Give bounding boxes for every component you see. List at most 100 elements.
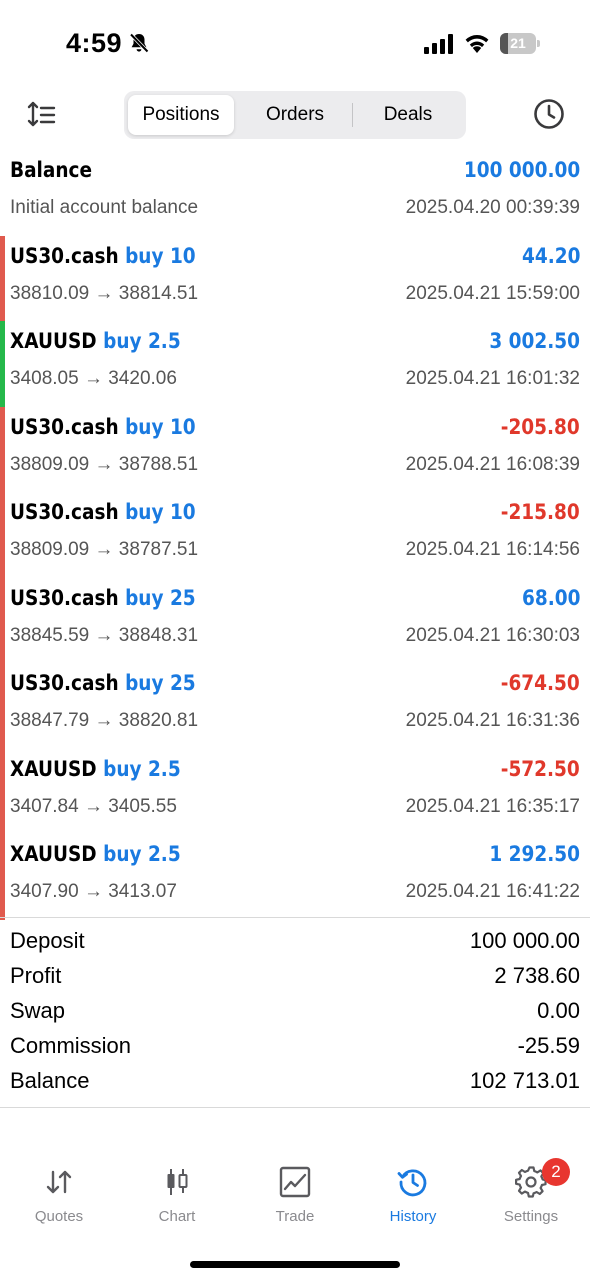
summary-deposit: Deposit 100 000.00: [0, 924, 590, 959]
deal-date: 2025.04.21 16:08:39: [405, 453, 580, 475]
deal-result-indicator: [0, 492, 5, 578]
deal-result-indicator: [0, 321, 5, 407]
summary-value: 102 713.01: [469, 1068, 580, 1093]
deal-side-volume: buy 10: [125, 414, 196, 439]
summary-label: Balance: [10, 1068, 90, 1093]
trade-chart-icon: [279, 1166, 311, 1198]
deal-symbol: XAUUSD: [10, 329, 97, 353]
quotes-arrows-icon: [46, 1170, 72, 1194]
deal-title: US30.cash buy 25: [10, 671, 196, 695]
deal-result-indicator: [0, 235, 5, 321]
tabbar-divider: [0, 1107, 590, 1108]
deal-profit: 44.20: [521, 243, 580, 268]
deal-profit: 68.00: [521, 585, 580, 610]
deal-symbol: US30.cash: [10, 500, 119, 524]
summary-label: Swap: [10, 998, 66, 1023]
deal-side-volume: buy 25: [125, 671, 196, 695]
period-clock-icon[interactable]: [533, 98, 565, 130]
deal-profit: -572.50: [501, 756, 580, 781]
tab-settings[interactable]: 2 Settings: [472, 1158, 590, 1240]
deal-prices: 38847.79 → 38820.81: [10, 710, 199, 731]
deal-symbol: US30.cash: [10, 243, 119, 268]
deal-row[interactable]: US30.cash buy 10 -215.80 38809.09 → 38787.…: [0, 492, 590, 578]
segment-divider: [352, 103, 353, 127]
deal-side-volume: buy 25: [125, 585, 196, 610]
deal-prices: 3408.05 → 3420.06: [10, 368, 177, 389]
deal-symbol: US30.cash: [10, 414, 119, 439]
summary-commission: Commission -25.59: [0, 1029, 590, 1064]
deal-date: 2025.04.21 16:14:56: [405, 539, 580, 560]
sort-icon[interactable]: [26, 100, 56, 130]
deal-result-indicator: [0, 577, 5, 663]
tab-deals[interactable]: Deals: [354, 95, 462, 135]
deal-title: XAUUSD buy 2.5: [10, 329, 181, 353]
candlestick-icon: [167, 1169, 188, 1195]
battery-indicator: 21: [500, 33, 540, 54]
history-segmented-control: Positions Orders Deals: [124, 91, 466, 139]
deal-side-volume: buy 2.5: [103, 842, 181, 866]
deal-prices: 38845.59 → 38848.31: [10, 624, 199, 646]
deal-profit: 1 292.50: [489, 842, 580, 866]
deal-date: 2025.04.21 16:41:22: [405, 881, 580, 902]
tab-chart[interactable]: Chart: [118, 1160, 236, 1240]
tab-label: Chart: [158, 1208, 196, 1225]
tab-history[interactable]: History: [354, 1160, 472, 1240]
tab-label: Trade: [275, 1208, 315, 1225]
summary-label: Deposit: [10, 928, 85, 953]
settings-notification-badge: 2: [542, 1158, 570, 1186]
deal-prices: 38810.09 → 38814.51: [10, 282, 199, 304]
summary-swap: Swap 0.00: [0, 994, 590, 1029]
deal-side-volume: buy 2.5: [103, 756, 181, 781]
deal-title: US30.cash buy 10: [10, 244, 196, 268]
tab-label: History: [389, 1208, 437, 1225]
deal-row[interactable]: US30.cash buy 10 44.20 38810.09 → 38814.51…: [0, 235, 590, 321]
summary-balance: Balance 102 713.01: [0, 1064, 590, 1099]
deal-title: XAUUSD buy 2.5: [10, 842, 181, 866]
bottom-tab-bar: Quotes Chart Trade History 2 Settings: [0, 1158, 590, 1240]
history-list: Balance 100 000.00 Initial account balan…: [0, 150, 590, 920]
history-clock-icon: [397, 1169, 427, 1197]
deal-symbol: US30.cash: [10, 585, 119, 610]
deal-date: 2025.04.21 16:30:03: [405, 624, 580, 646]
deal-row[interactable]: US30.cash buy 10 -205.80 38809.09 → 38788.…: [0, 406, 590, 492]
cellular-signal-icon: [424, 34, 453, 54]
bell-muted-icon: [129, 33, 149, 53]
summary-value: 100 000.00: [469, 928, 580, 953]
tab-quotes[interactable]: Quotes: [0, 1160, 118, 1240]
deal-title: US30.cash buy 10: [10, 415, 196, 439]
deal-side-volume: buy 2.5: [103, 329, 181, 353]
tab-positions[interactable]: Positions: [128, 95, 234, 135]
status-bar: 4:59 21: [0, 0, 590, 88]
deal-symbol: XAUUSD: [10, 842, 97, 866]
summary-label: Profit: [10, 963, 62, 988]
deal-title: US30.cash buy 25: [10, 586, 196, 610]
summary-value: 0.00: [537, 998, 580, 1023]
deal-date: 2025.04.21 16:01:32: [405, 368, 580, 389]
deal-result-indicator: [0, 663, 5, 749]
tab-trade[interactable]: Trade: [236, 1160, 354, 1240]
deal-prices: 38809.09 → 38787.51: [10, 539, 199, 560]
summary-divider: [0, 917, 590, 918]
deal-date: 2025.04.21 16:35:17: [405, 795, 580, 817]
deal-profit: -674.50: [501, 671, 580, 695]
deal-row[interactable]: XAUUSD buy 2.5 3 002.50 3408.05 → 3420.06 2…: [0, 321, 590, 407]
deal-row[interactable]: US30.cash buy 25 68.00 38845.59 → 38848.31…: [0, 577, 590, 663]
deal-row[interactable]: XAUUSD buy 2.5 1 292.50 3407.90 → 3413.07 2…: [0, 834, 590, 920]
tab-label: Settings: [503, 1208, 559, 1225]
tab-orders[interactable]: Orders: [240, 95, 350, 135]
history-toolbar: Positions Orders Deals: [0, 88, 590, 142]
balance-entry-date: 2025.04.20 00:39:39: [405, 197, 580, 218]
deal-title: US30.cash buy 10: [10, 500, 196, 524]
deal-side-volume: buy 10: [125, 500, 196, 524]
summary-value: -25.59: [517, 1033, 580, 1058]
balance-entry[interactable]: Balance 100 000.00 Initial account balan…: [0, 150, 590, 236]
deal-row[interactable]: US30.cash buy 25 -674.50 38847.79 → 38820.…: [0, 663, 590, 749]
deal-symbol: XAUUSD: [10, 756, 97, 781]
balance-entry-title: Balance: [10, 158, 93, 182]
deal-row[interactable]: XAUUSD buy 2.5 -572.50 3407.84 → 3405.55 20…: [0, 748, 590, 834]
deal-title: XAUUSD buy 2.5: [10, 757, 181, 781]
deal-result-indicator: [0, 834, 5, 920]
deal-result-indicator: [0, 406, 5, 492]
deal-result-indicator: [0, 748, 5, 834]
balance-entry-amount: 100 000.00: [463, 158, 580, 182]
